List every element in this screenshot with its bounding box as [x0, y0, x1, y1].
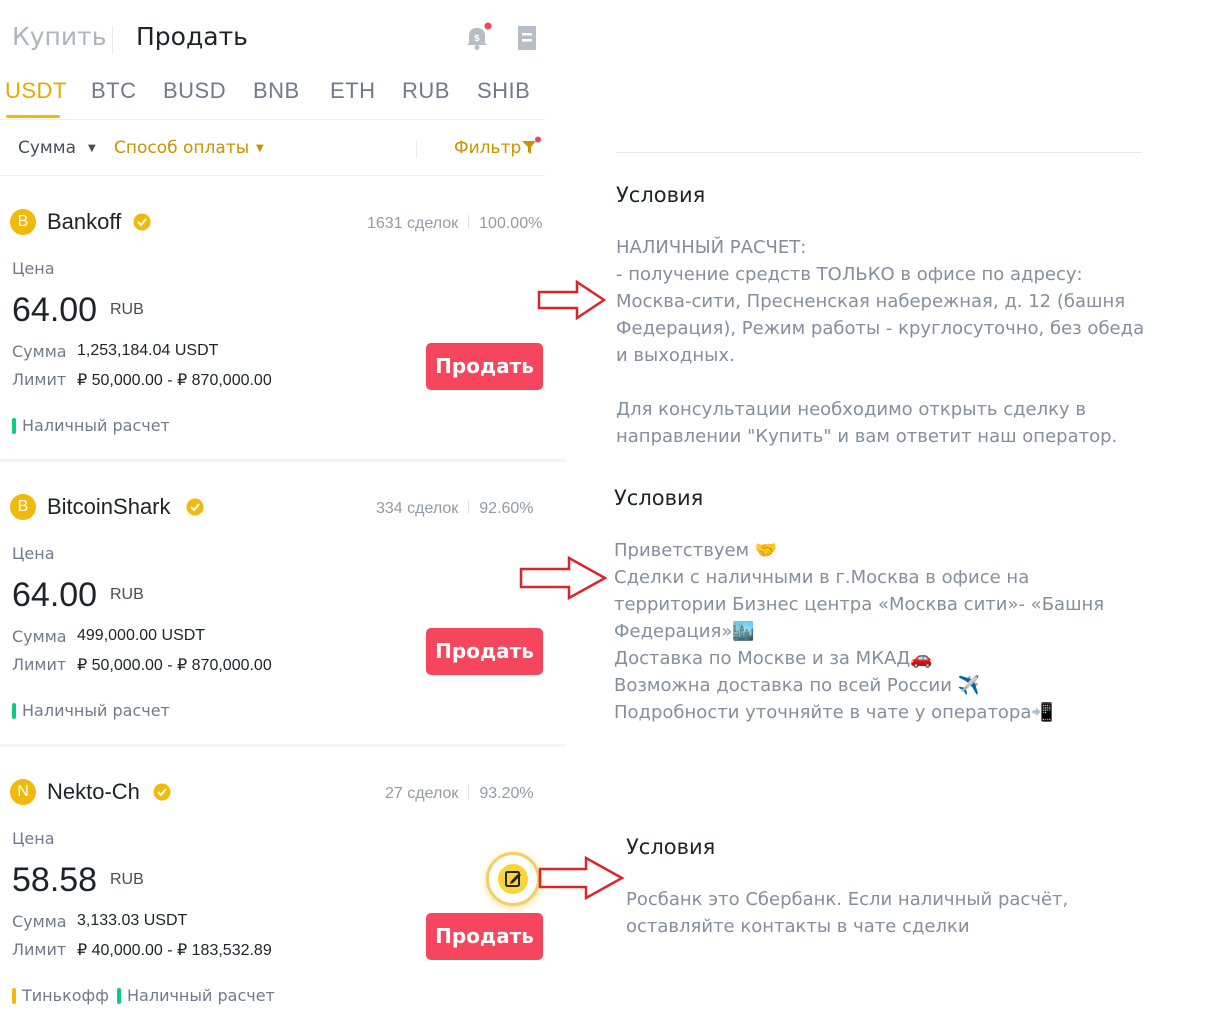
- merchant-name[interactable]: Nekto-Ch: [47, 779, 140, 805]
- conditions-title: Условия: [616, 183, 706, 207]
- price-alert-bell-icon[interactable]: $: [462, 22, 492, 52]
- stats-separator: [468, 785, 470, 799]
- buy-side-tab[interactable]: Купить: [12, 22, 106, 51]
- orders-document-icon[interactable]: [514, 24, 540, 52]
- tab-usdt[interactable]: USDT: [5, 78, 67, 104]
- amount-value: 1,253,184.04 USDT: [77, 342, 219, 359]
- sell-button[interactable]: Продать: [426, 628, 543, 675]
- price-currency: RUB: [110, 586, 144, 603]
- conditions-text: НАЛИЧНЫЙ РАСЧЕТ: - получение средств ТОЛ…: [616, 237, 1145, 447]
- stats-separator: [468, 215, 470, 229]
- payment-tag-cash: Наличный расчет: [12, 416, 170, 435]
- amount-label: Сумма: [12, 342, 67, 361]
- asset-tabs: USDT BTC BUSD BNB ETH RUB SHIB: [0, 78, 545, 120]
- funnel-icon[interactable]: [521, 136, 541, 158]
- limit-label: Лимит: [12, 655, 67, 674]
- p2p-screen: Купить Продать $ USDT BTC BUSD BNB ETH R…: [0, 0, 565, 1025]
- merchant-name[interactable]: BitcoinShark: [47, 494, 171, 520]
- offer-card: N Nekto-Ch 27 сделок 93.20% Цена 58.58 RU…: [0, 747, 565, 1025]
- verified-badge-icon: [133, 213, 151, 231]
- top-bar: Купить Продать $: [0, 0, 565, 75]
- fab-circle: [498, 864, 528, 894]
- svg-text:$: $: [474, 34, 480, 44]
- stats-separator: [468, 500, 470, 514]
- active-tab-underline: [6, 115, 60, 118]
- completion-rate: 93.20%: [479, 785, 534, 802]
- merchant-name[interactable]: Bankoff: [47, 209, 121, 235]
- limit-value: ₽ 50,000.00 - ₽ 870,000.00: [77, 372, 272, 389]
- tab-btc[interactable]: BTC: [91, 78, 137, 104]
- amount-caret-icon[interactable]: ▼: [88, 143, 96, 154]
- conditions-text: Приветствуем 🤝 Сделки с наличными в г.Мо…: [614, 540, 1105, 723]
- filter-separator: [416, 140, 417, 158]
- floating-edit-button[interactable]: [486, 852, 540, 906]
- price-label: Цена: [12, 259, 55, 278]
- verified-badge-icon: [186, 498, 204, 516]
- limit-label: Лимит: [12, 940, 67, 959]
- conditions-divider: [616, 152, 1142, 153]
- payment-tag-tinkoff: Тинькофф: [12, 986, 109, 1005]
- merchant-avatar[interactable]: B: [10, 209, 36, 235]
- price-value: 58.58: [12, 861, 98, 899]
- side-divider: [112, 26, 113, 54]
- limit-label: Лимит: [12, 370, 67, 389]
- completion-rate: 100.00%: [479, 215, 543, 232]
- amount-filter[interactable]: Сумма: [18, 138, 76, 158]
- tab-eth[interactable]: ETH: [330, 78, 376, 104]
- sell-button[interactable]: Продать: [426, 343, 543, 390]
- price-label: Цена: [12, 544, 55, 563]
- amount-value: 3,133.03 USDT: [77, 912, 188, 929]
- tab-rub[interactable]: RUB: [402, 78, 450, 104]
- payment-method-filter[interactable]: Способ оплаты: [114, 138, 249, 158]
- filter-bar: Сумма ▼ Способ оплаты ▼ Фильтр: [0, 130, 545, 176]
- conditions-title: Условия: [626, 835, 716, 859]
- red-arrow-icon: [537, 280, 607, 320]
- verified-badge-icon: [153, 783, 171, 801]
- edit-note-icon: [505, 871, 521, 887]
- merchant-stats: 27 сделок 93.20%: [385, 785, 534, 803]
- red-arrow-icon: [519, 556, 608, 600]
- price-value: 64.00: [12, 576, 98, 614]
- price-value: 64.00: [12, 291, 98, 329]
- merchant-avatar[interactable]: B: [10, 494, 36, 520]
- tab-shib[interactable]: SHIB: [477, 78, 530, 104]
- merchant-stats: 334 сделок 92.60%: [376, 500, 534, 518]
- conditions-title: Условия: [614, 486, 704, 510]
- conditions-text: Росбанк это Сбербанк. Если наличный расч…: [626, 889, 1069, 937]
- payment-tag-cash: Наличный расчет: [12, 701, 170, 720]
- tab-bnb[interactable]: BNB: [253, 78, 300, 104]
- price-currency: RUB: [110, 871, 144, 888]
- tab-busd[interactable]: BUSD: [163, 78, 226, 104]
- price-label: Цена: [12, 829, 55, 848]
- amount-label: Сумма: [12, 912, 67, 931]
- offer-card: B Bankoff 1631 сделок 100.00% Цена 64.00 …: [0, 177, 565, 462]
- payment-tag-cash: Наличный расчет: [117, 986, 275, 1005]
- completion-rate: 92.60%: [479, 500, 534, 517]
- sell-button[interactable]: Продать: [426, 913, 543, 960]
- amount-value: 499,000.00 USDT: [77, 627, 206, 644]
- limit-value: ₽ 50,000.00 - ₽ 870,000.00: [77, 657, 272, 674]
- red-arrow-icon: [538, 856, 625, 900]
- trade-count: 1631 сделок: [367, 215, 459, 232]
- trade-count: 27 сделок: [385, 785, 459, 802]
- payment-caret-icon[interactable]: ▼: [256, 143, 264, 154]
- sell-side-tab[interactable]: Продать: [136, 22, 248, 51]
- price-currency: RUB: [110, 301, 144, 318]
- merchant-avatar[interactable]: N: [10, 779, 36, 805]
- offer-card: B BitcoinShark 334 сделок 92.60% Цена 64.…: [0, 462, 565, 747]
- amount-label: Сумма: [12, 627, 67, 646]
- filter-button[interactable]: Фильтр: [454, 138, 521, 158]
- merchant-stats: 1631 сделок 100.00%: [367, 215, 542, 233]
- trade-count: 334 сделок: [376, 500, 459, 517]
- limit-value: ₽ 40,000.00 - ₽ 183,532.89: [77, 942, 272, 959]
